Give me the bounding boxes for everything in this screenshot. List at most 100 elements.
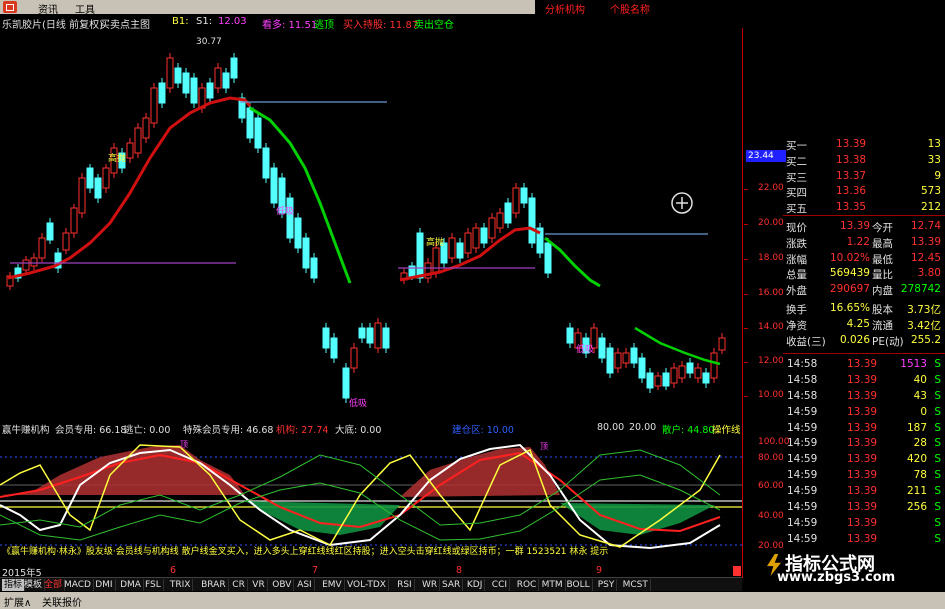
candlestick: [496, 212, 504, 229]
candlestick: [142, 117, 150, 139]
tick-row: 14:59 13.39 420 S: [785, 452, 945, 468]
candlestick: [630, 347, 638, 364]
tick-side: S: [934, 373, 941, 386]
indicator-tab[interactable]: FSL: [143, 579, 164, 591]
expand-button[interactable]: 扩展∧: [4, 594, 31, 609]
tick-time: 14:59: [787, 516, 818, 529]
tick-volume: 256: [906, 501, 927, 514]
indicator-tab[interactable]: OBV: [270, 579, 295, 591]
candlestick: [222, 72, 230, 89]
indicator-tab[interactable]: VOL-TDX: [345, 579, 389, 591]
indicator-tab[interactable]: MTM: [540, 579, 566, 591]
candlestick: [382, 327, 390, 349]
annotation-sell-1: 高抛: [108, 152, 126, 164]
indicator-tab[interactable]: BRAR: [199, 579, 229, 591]
tick-price: 13.39: [847, 453, 878, 466]
bid-row[interactable]: 买五 13.35 212: [744, 200, 945, 216]
stat-value: 0.026: [839, 333, 870, 346]
quote-stat-row: 外盘 290697 内盘 278742: [744, 282, 945, 298]
tick-side: S: [934, 501, 941, 514]
menu-item-news[interactable]: 资讯: [38, 1, 58, 16]
indicator-tab[interactable]: ASI: [295, 579, 315, 591]
indicator-field-escape: 逃亡: 0.00: [124, 425, 171, 436]
bid-row[interactable]: 买一 13.39 13: [744, 137, 945, 153]
tick-side: S: [934, 516, 941, 529]
indicator-tab[interactable]: VR: [250, 579, 268, 591]
indicator-tab[interactable]: TRIX: [168, 579, 194, 591]
indicator-axis-label: 40.00: [758, 511, 784, 521]
tick-list[interactable]: 14:58 13.39 1513 S 14:58 13.39 40 S 14:58 …: [785, 357, 945, 548]
stat-value: 10.02%: [829, 251, 870, 264]
indicator-tab[interactable]: EMV: [320, 579, 345, 591]
tick-time: 14:59: [787, 453, 818, 466]
b1-label: B1:: [172, 16, 189, 27]
tick-row: 14:59 13.39 256 S: [785, 500, 945, 516]
tick-time: 14:59: [787, 532, 818, 545]
tick-row: 14:59 13.39 S: [785, 516, 945, 532]
indicator-tab[interactable]: MACD: [62, 579, 94, 591]
tick-price: 13.39: [847, 405, 878, 418]
indicator-tab[interactable]: ROC: [515, 579, 540, 591]
indicator-tab[interactable]: DMA: [118, 579, 144, 591]
candlestick: [310, 257, 318, 279]
candlestick: [686, 362, 694, 374]
stat-label-2: 最高: [872, 237, 893, 250]
indicator-tab[interactable]: KDJ: [465, 579, 486, 591]
bid-price: 13.36: [836, 185, 867, 198]
indicator-tab[interactable]: PSY: [596, 579, 618, 591]
stat-label: 净资: [786, 319, 807, 332]
indicator-tab[interactable]: WR: [420, 579, 441, 591]
indicator-tab[interactable]: CR: [230, 579, 248, 591]
s1-value: 12.03: [218, 16, 247, 27]
indicator-tab[interactable]: CCI: [490, 579, 511, 591]
quote-panel: 买一 13.39 13 买二 13.38 33 买三 13.37 9 买四 13.36…: [744, 137, 945, 348]
candlestick: [214, 67, 222, 89]
tick-price: 13.39: [847, 373, 878, 386]
price-chart[interactable]: 30.77 高抛 低吸 高抛 低吸 低吸: [0, 28, 742, 422]
candlestick: [350, 347, 358, 369]
bid-label: 买一: [786, 140, 807, 152]
indicator-tab[interactable]: RSI: [395, 579, 415, 591]
indicator-header: 赢牛赚机构 会员专用: 66.18 逃亡: 0.00 特殊会员专用: 46.68…: [0, 422, 742, 436]
bid-price: 13.39: [836, 138, 867, 150]
watermark: 指标公式网 www.zbgs3.com: [765, 548, 945, 588]
stat-label-2: 量比: [872, 269, 893, 282]
stat-label: 总量: [786, 269, 807, 282]
bid-row[interactable]: 买三 13.37 9: [744, 169, 945, 185]
bid-row[interactable]: 买四 13.36 573: [744, 184, 945, 200]
indicator-tab[interactable]: MCST: [621, 579, 651, 591]
related-quote-button[interactable]: 关联报价: [42, 594, 82, 609]
stat-value: 1.22: [846, 235, 870, 248]
candlestick: [302, 237, 310, 269]
candlestick: [432, 247, 440, 274]
top-label-1: 分析机构: [545, 5, 585, 16]
candlestick: [22, 259, 30, 271]
tick-price: 13.39: [847, 389, 878, 402]
tick-price: 13.39: [847, 469, 878, 482]
stat-label-2: 股本: [872, 303, 893, 316]
candlestick: [46, 222, 54, 241]
bid-row[interactable]: 买二 13.38 33: [744, 153, 945, 169]
tick-side: S: [934, 358, 941, 370]
indicator-tab[interactable]: DMI: [93, 579, 116, 591]
tick-time: 14:58: [787, 389, 818, 402]
stat-value-2: 12.45: [910, 251, 941, 264]
date-mark-9: 9: [596, 565, 603, 576]
chart-header: 乐凯胶片(日线 前复权) 买卖点主图 B1: S1: 12.03 看多: 11.…: [0, 15, 740, 31]
candlestick: [710, 352, 718, 379]
indicator-name[interactable]: 赢牛赚机构: [2, 422, 50, 436]
annotation-buy-1: 低吸: [276, 205, 294, 217]
candlestick: [262, 147, 270, 179]
indicator-tab[interactable]: SAR: [440, 579, 464, 591]
stat-label: 换手: [786, 303, 807, 316]
candlestick: [254, 117, 262, 149]
indicator-tab[interactable]: BOLL: [565, 579, 593, 591]
candlestick: [150, 87, 158, 124]
menu-item-tools[interactable]: 工具: [75, 1, 95, 16]
date-bar: 2015年5 6 7 8 9: [0, 565, 742, 579]
tick-side: S: [934, 421, 941, 434]
candlestick: [94, 177, 102, 199]
scroll-right-icon[interactable]: [733, 566, 741, 576]
bid-label: 买五: [786, 203, 807, 216]
stat-value-2: 278742: [900, 283, 941, 296]
